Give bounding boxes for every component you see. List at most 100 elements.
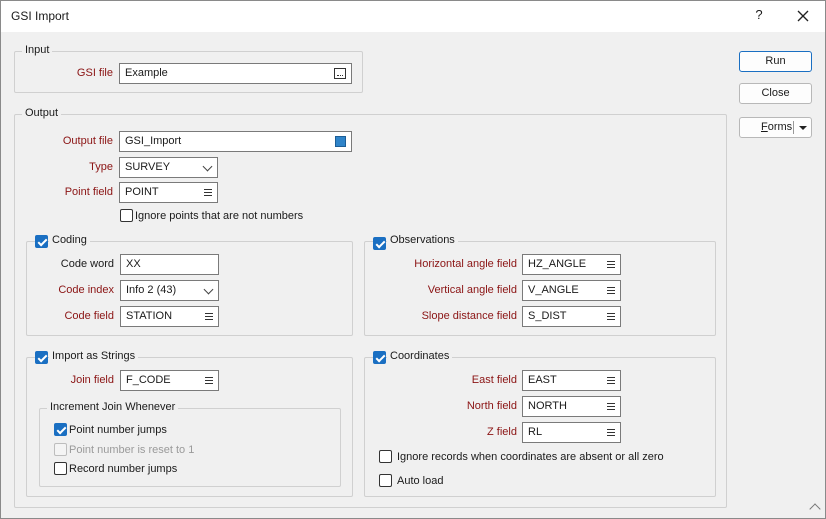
- increment-join-group: Increment Join Whenever Point number jum…: [39, 401, 341, 487]
- type-value: SURVEY: [125, 161, 171, 173]
- slope-distance-label: Slope distance field: [421, 310, 517, 322]
- auto-load-checkbox[interactable]: [379, 474, 392, 487]
- list-icon[interactable]: [205, 313, 213, 320]
- type-select[interactable]: SURVEY: [119, 157, 218, 178]
- code-field-label: Code field: [64, 310, 114, 322]
- east-field-value: EAST: [528, 374, 557, 386]
- output-file-label: Output file: [62, 135, 113, 147]
- point-field-value: POINT: [125, 186, 159, 198]
- north-field-value: NORTH: [528, 400, 567, 412]
- coding-checkbox[interactable]: [35, 235, 48, 248]
- forms-label: Forms: [761, 121, 792, 133]
- point-field-input[interactable]: POINT: [119, 182, 218, 203]
- import-strings-checkbox[interactable]: [35, 351, 48, 364]
- coordinates-legend: Coordinates: [387, 350, 453, 362]
- output-legend: Output: [22, 107, 62, 119]
- chevron-down-icon: [202, 161, 213, 172]
- code-word-value: XX: [126, 258, 141, 270]
- ignore-points-checkbox[interactable]: [120, 209, 133, 222]
- z-field-value: RL: [528, 426, 543, 438]
- list-icon[interactable]: [607, 377, 615, 384]
- gsi-import-dialog: GSI Import ? Input GSI file Example Outp…: [0, 0, 826, 519]
- forms-button[interactable]: Forms: [739, 117, 812, 138]
- list-icon[interactable]: [607, 287, 615, 294]
- resize-grip-icon[interactable]: [809, 503, 821, 515]
- browse-icon[interactable]: [334, 68, 346, 79]
- forms-label-accesskey: F: [761, 121, 768, 133]
- list-icon[interactable]: [204, 189, 212, 196]
- output-file-value: GSI_Import: [125, 135, 182, 147]
- close-window-button[interactable]: [791, 5, 815, 27]
- code-index-label: Code index: [58, 284, 114, 296]
- input-legend: Input: [22, 44, 53, 56]
- code-index-select[interactable]: Info 2 (43): [120, 280, 219, 301]
- auto-load-label: Auto load: [397, 475, 444, 487]
- import-strings-group: Import as Strings Join field F_CODE Incr…: [26, 350, 353, 497]
- join-field-value: F_CODE: [126, 374, 171, 386]
- ignore-points-label: Ignore points that are not numbers: [135, 210, 304, 222]
- list-icon[interactable]: [205, 377, 213, 384]
- coordinates-checkbox[interactable]: [373, 351, 386, 364]
- gsi-file-value: Example: [125, 67, 168, 79]
- north-field-input[interactable]: NORTH: [522, 396, 621, 417]
- output-group: Output Output file GSI_Import Type SURVE…: [14, 107, 727, 508]
- code-word-label: Code word: [60, 258, 114, 270]
- join-field-input[interactable]: F_CODE: [120, 370, 219, 391]
- record-number-jumps-checkbox[interactable]: [54, 462, 67, 475]
- slope-distance-value: S_DIST: [528, 310, 567, 322]
- code-field-value: STATION: [126, 310, 173, 322]
- code-word-input[interactable]: XX: [120, 254, 219, 275]
- horizontal-angle-label: Horizontal angle field: [414, 258, 517, 270]
- coordinates-group: Coordinates East field EAST North field …: [364, 350, 716, 497]
- file-type-icon[interactable]: [335, 136, 346, 147]
- close-icon: [797, 10, 809, 22]
- vertical-angle-value: V_ANGLE: [528, 284, 579, 296]
- slope-distance-input[interactable]: S_DIST: [522, 306, 621, 327]
- observations-checkbox[interactable]: [373, 237, 386, 250]
- coding-group: Coding Code word XX Code index Info 2 (4…: [26, 234, 353, 336]
- gsi-file-label: GSI file: [76, 67, 113, 79]
- list-icon[interactable]: [607, 261, 615, 268]
- east-field-label: East field: [471, 374, 517, 386]
- forms-separator: [793, 121, 794, 134]
- window-title: GSI Import: [11, 9, 70, 23]
- code-index-value: Info 2 (43): [126, 284, 177, 296]
- dropdown-arrow-icon[interactable]: [799, 126, 807, 130]
- point-number-reset-checkbox[interactable]: [54, 443, 67, 456]
- ignore-records-checkbox[interactable]: [379, 450, 392, 463]
- input-group: Input GSI file Example: [14, 44, 363, 93]
- record-number-jumps-label: Record number jumps: [69, 463, 178, 475]
- vertical-angle-input[interactable]: V_ANGLE: [522, 280, 621, 301]
- point-field-label: Point field: [64, 186, 113, 198]
- code-field-input[interactable]: STATION: [120, 306, 219, 327]
- increment-join-legend: Increment Join Whenever: [47, 401, 179, 413]
- list-icon[interactable]: [607, 403, 615, 410]
- ignore-records-label: Ignore records when coordinates are abse…: [397, 451, 664, 463]
- type-label: Type: [89, 161, 113, 173]
- z-field-label: Z field: [487, 426, 517, 438]
- z-field-input[interactable]: RL: [522, 422, 621, 443]
- coding-legend: Coding: [49, 234, 90, 246]
- list-icon[interactable]: [607, 429, 615, 436]
- observations-group: Observations Horizontal angle field HZ_A…: [364, 234, 716, 336]
- horizontal-angle-input[interactable]: HZ_ANGLE: [522, 254, 621, 275]
- point-number-jumps-checkbox[interactable]: [54, 423, 67, 436]
- point-number-reset-label: Point number is reset to 1: [69, 444, 195, 456]
- title-bar: GSI Import ?: [1, 1, 825, 32]
- east-field-input[interactable]: EAST: [522, 370, 621, 391]
- run-button[interactable]: Run: [739, 51, 812, 72]
- join-field-label: Join field: [70, 374, 114, 386]
- forms-label-rest: orms: [767, 121, 793, 133]
- chevron-down-icon: [203, 284, 214, 295]
- vertical-angle-label: Vertical angle field: [427, 284, 517, 296]
- help-button[interactable]: ?: [749, 7, 769, 25]
- north-field-label: North field: [466, 400, 517, 412]
- import-strings-legend: Import as Strings: [49, 350, 139, 362]
- gsi-file-input[interactable]: Example: [119, 63, 352, 84]
- close-button[interactable]: Close: [739, 83, 812, 104]
- list-icon[interactable]: [607, 313, 615, 320]
- output-file-input[interactable]: GSI_Import: [119, 131, 352, 152]
- horizontal-angle-value: HZ_ANGLE: [528, 258, 587, 270]
- point-number-jumps-label: Point number jumps: [69, 424, 167, 436]
- observations-legend: Observations: [387, 234, 458, 246]
